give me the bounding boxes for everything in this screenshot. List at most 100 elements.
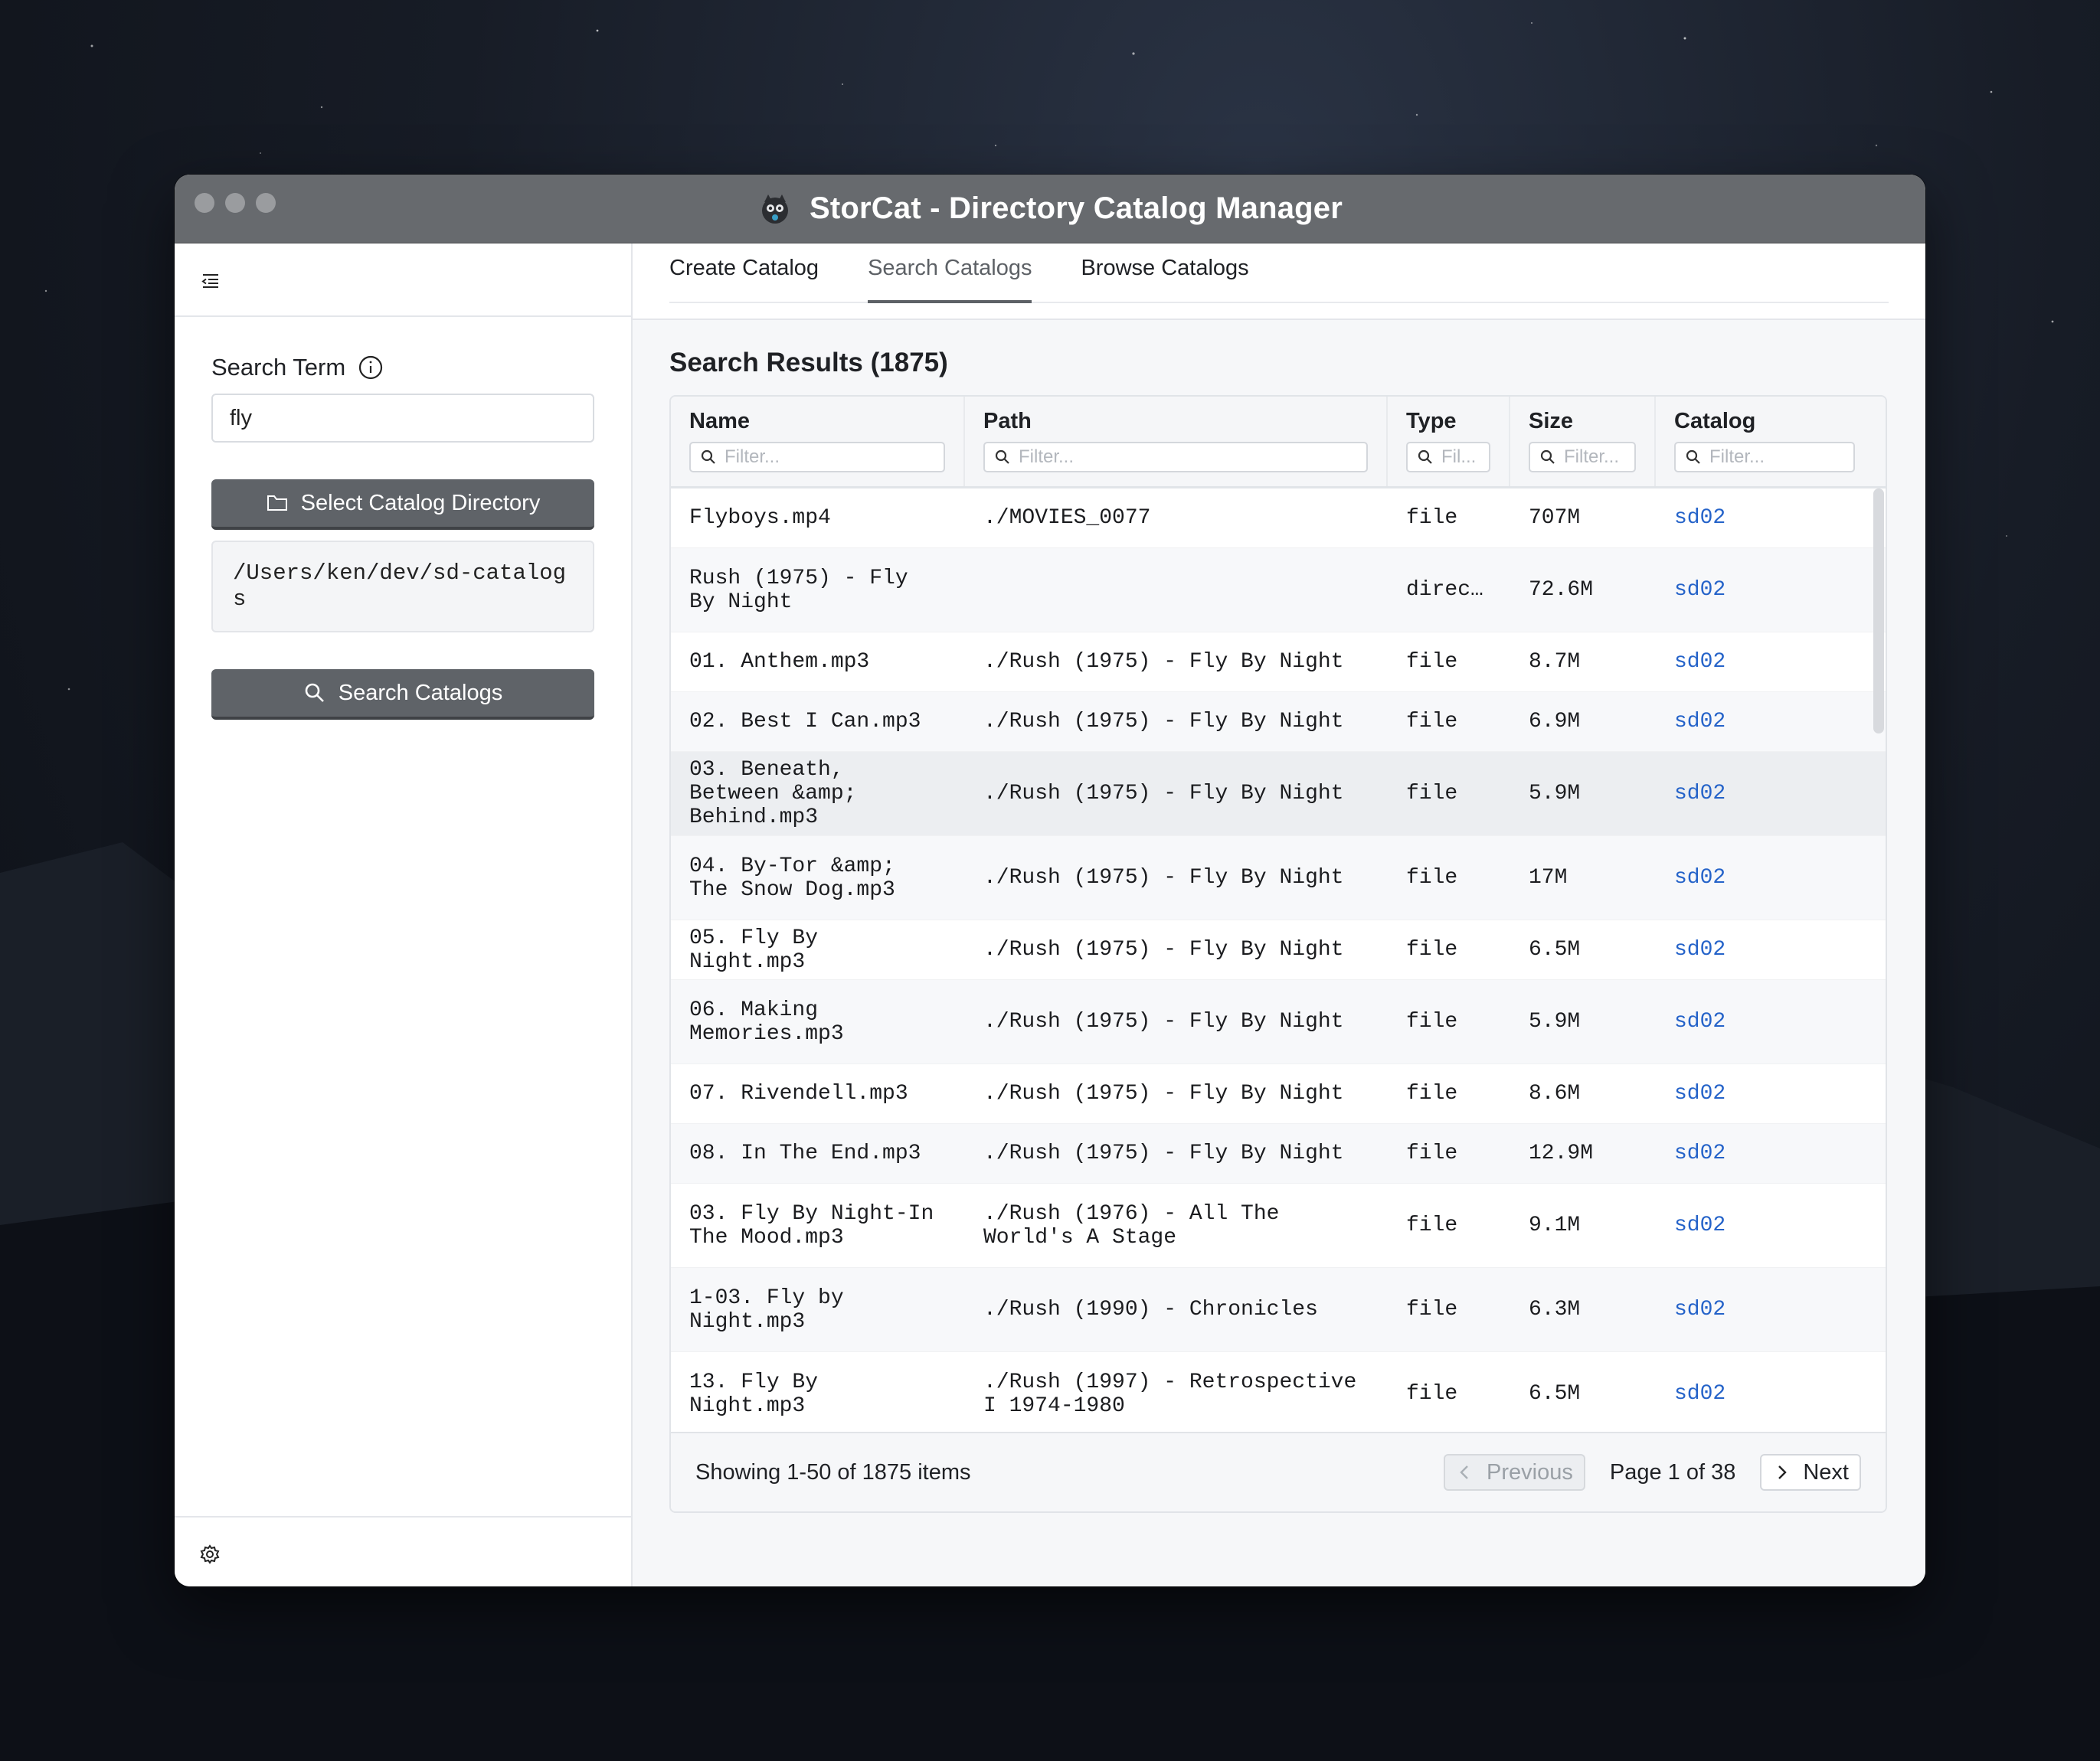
tab-list: Create Catalog Search Catalogs Browse Ca… xyxy=(669,243,1889,303)
size-filter[interactable] xyxy=(1529,442,1636,472)
previous-label: Previous xyxy=(1487,1459,1573,1485)
table-row[interactable]: 1-03. Fly by Night.mp3 ./Rush (1990) - Ch… xyxy=(671,1268,1886,1352)
cell-catalog-link[interactable]: sd02 xyxy=(1656,1298,1863,1322)
type-filter-input[interactable] xyxy=(1441,446,1480,468)
sidebar: Search Term Select Catalog Directory /Us… xyxy=(175,243,633,1586)
zoom-window-button[interactable] xyxy=(256,193,276,213)
search-icon xyxy=(1540,449,1555,464)
search-term-input[interactable] xyxy=(211,394,594,443)
cell-size: 8.6M xyxy=(1529,1082,1581,1106)
cell-type: direc… xyxy=(1406,578,1483,602)
next-label: Next xyxy=(1803,1459,1849,1485)
name-filter[interactable] xyxy=(689,442,945,472)
cell-type: file xyxy=(1406,506,1458,530)
cell-size: 6.5M xyxy=(1529,1382,1581,1406)
cell-path: ./Rush (1975) - Fly By Night xyxy=(983,710,1344,733)
pagination: Previous Page 1 of 38 Next xyxy=(1444,1454,1861,1491)
cell-name: 04. By-Tor &amp; The Snow Dog.mp3 xyxy=(689,854,895,902)
cell-type: file xyxy=(1406,1298,1458,1322)
app-window: StorCat - Directory Catalog Manager Sear… xyxy=(175,175,1925,1586)
cell-catalog-link[interactable]: sd02 xyxy=(1656,1010,1863,1034)
cell-catalog-link[interactable]: sd02 xyxy=(1656,1142,1863,1165)
main-content: Create Catalog Search Catalogs Browse Ca… xyxy=(633,243,1925,1586)
column-catalog-label: Catalog xyxy=(1674,409,1756,433)
cell-path: ./Rush (1975) - Fly By Night xyxy=(983,1010,1344,1034)
cell-catalog-link[interactable]: sd02 xyxy=(1656,1382,1863,1406)
search-icon xyxy=(1686,449,1700,464)
search-icon xyxy=(701,449,715,464)
cell-name: 02. Best I Can.mp3 xyxy=(689,710,921,733)
collapse-sidebar-icon[interactable] xyxy=(201,271,221,291)
cell-name: 07. Rivendell.mp3 xyxy=(689,1082,908,1106)
column-type-label: Type xyxy=(1406,409,1457,433)
cell-size: 6.3M xyxy=(1529,1298,1581,1322)
cell-catalog-link[interactable]: sd02 xyxy=(1656,578,1863,602)
table-row[interactable]: 08. In The End.mp3 ./Rush (1975) - Fly By… xyxy=(671,1124,1886,1184)
cell-size: 17M xyxy=(1529,866,1568,890)
app-logo-icon xyxy=(761,194,788,224)
table-body: Flyboys.mp4 ./MOVIES_0077 file 707M sd02 Rush… xyxy=(671,488,1886,1433)
gear-icon[interactable] xyxy=(199,1544,221,1565)
next-page-button[interactable]: Next xyxy=(1760,1454,1861,1491)
column-path-label: Path xyxy=(983,409,1032,433)
cell-catalog-link[interactable]: sd02 xyxy=(1656,782,1863,805)
cell-name: Rush (1975) - Fly By Night xyxy=(689,566,908,614)
table-row[interactable]: 03. Fly By Night-In The Mood.mp3 ./Rush (… xyxy=(671,1184,1886,1268)
previous-page-button[interactable]: Previous xyxy=(1444,1454,1585,1491)
cell-size: 8.7M xyxy=(1529,650,1581,674)
table-row[interactable]: 02. Best I Can.mp3 ./Rush (1975) - Fly By… xyxy=(671,692,1886,752)
select-catalog-directory-button[interactable]: Select Catalog Directory xyxy=(211,479,594,530)
cell-type: file xyxy=(1406,1382,1458,1406)
search-catalogs-button[interactable]: Search Catalogs xyxy=(211,669,594,720)
info-icon[interactable] xyxy=(358,354,384,381)
tab-search-catalogs[interactable]: Search Catalogs xyxy=(868,243,1032,303)
column-size: Size xyxy=(1510,397,1656,486)
table-row[interactable]: Flyboys.mp4 ./MOVIES_0077 file 707M sd02 xyxy=(671,488,1886,548)
minimize-window-button[interactable] xyxy=(225,193,245,213)
cell-catalog-link[interactable]: sd02 xyxy=(1656,866,1863,890)
table-row[interactable]: 07. Rivendell.mp3 ./Rush (1975) - Fly By … xyxy=(671,1064,1886,1124)
size-filter-input[interactable] xyxy=(1564,446,1625,468)
path-filter-input[interactable] xyxy=(1019,446,1357,468)
cell-catalog-link[interactable]: sd02 xyxy=(1656,650,1863,674)
table-row[interactable]: 03. Beneath, Between &amp; Behind.mp3 ./R… xyxy=(671,752,1886,836)
column-name-label: Name xyxy=(689,409,750,433)
cell-path: ./Rush (1975) - Fly By Night xyxy=(983,938,1344,962)
cell-name: 1-03. Fly by Night.mp3 xyxy=(689,1286,844,1334)
tab-browse-catalogs[interactable]: Browse Catalogs xyxy=(1081,243,1248,303)
cell-catalog-link[interactable]: sd02 xyxy=(1656,710,1863,733)
table-row[interactable]: 13. Fly By Night.mp3 ./Rush (1997) - Retr… xyxy=(671,1352,1886,1433)
cell-path: ./MOVIES_0077 xyxy=(983,506,1151,530)
catalog-filter-input[interactable] xyxy=(1709,446,1844,468)
cell-catalog-link[interactable]: sd02 xyxy=(1656,938,1863,962)
select-catalog-directory-label: Select Catalog Directory xyxy=(300,490,541,515)
cell-name: 03. Fly By Night-In The Mood.mp3 xyxy=(689,1201,934,1250)
cell-catalog-link[interactable]: sd02 xyxy=(1656,1214,1863,1237)
tab-create-catalog[interactable]: Create Catalog xyxy=(669,243,819,303)
close-window-button[interactable] xyxy=(195,193,214,213)
type-filter[interactable] xyxy=(1406,442,1490,472)
cell-path: ./Rush (1990) - Chronicles xyxy=(983,1298,1318,1322)
cell-size: 72.6M xyxy=(1529,578,1594,602)
table-row[interactable]: 01. Anthem.mp3 ./Rush (1975) - Fly By Nig… xyxy=(671,632,1886,692)
catalog-filter[interactable] xyxy=(1674,442,1855,472)
table-row[interactable]: 05. Fly By Night.mp3 ./Rush (1975) - Fly … xyxy=(671,920,1886,980)
table-header: Name Path Type xyxy=(671,397,1886,488)
cell-name: 08. In The End.mp3 xyxy=(689,1142,921,1165)
page-indicator: Page 1 of 38 xyxy=(1609,1459,1736,1485)
table-row[interactable]: 04. By-Tor &amp; The Snow Dog.mp3 ./Rush … xyxy=(671,836,1886,920)
window-controls xyxy=(195,193,276,213)
cell-size: 707M xyxy=(1529,506,1581,530)
cell-catalog-link[interactable]: sd02 xyxy=(1656,1082,1863,1106)
table-row[interactable]: Rush (1975) - Fly By Night direc… 72.6M sd0… xyxy=(671,548,1886,632)
table-scrollbar[interactable] xyxy=(1873,488,1884,733)
path-filter[interactable] xyxy=(983,442,1368,472)
folder-icon xyxy=(267,495,287,511)
table-row[interactable]: 06. Making Memories.mp3 ./Rush (1975) - F… xyxy=(671,980,1886,1064)
cell-path: ./Rush (1975) - Fly By Night xyxy=(983,866,1344,890)
name-filter-input[interactable] xyxy=(725,446,934,468)
search-icon xyxy=(995,449,1009,464)
cell-catalog-link[interactable]: sd02 xyxy=(1656,506,1863,530)
column-catalog: Catalog xyxy=(1656,397,1886,486)
sidebar-header xyxy=(175,243,631,317)
